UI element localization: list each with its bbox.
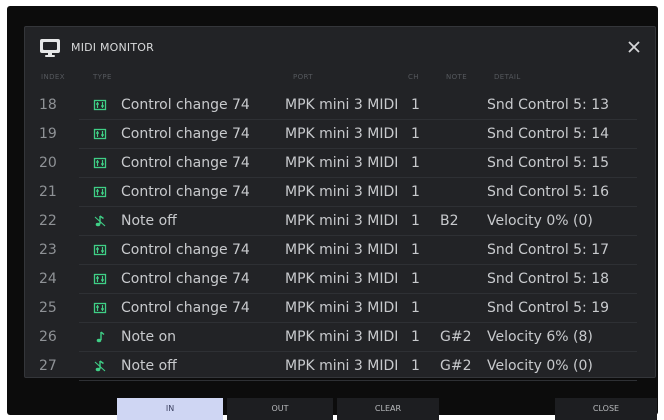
column-header-ch: CH: [408, 73, 419, 81]
table-row[interactable]: 27 Note off MPK mini 3 MIDI 1 G#2 Velocity 0%…: [25, 352, 655, 381]
midi-monitor-frame: MIDI MONITOR INDEX TYPE PORT CH NOTE DET…: [7, 6, 658, 420]
row-channel: 1: [411, 300, 420, 316]
row-detail: Snd Control 5: 13: [487, 97, 610, 113]
row-type: Note off: [121, 358, 177, 374]
row-detail: Snd Control 5: 14: [487, 126, 610, 142]
in-button[interactable]: IN: [117, 398, 223, 420]
row-channel: 1: [411, 97, 420, 113]
control-change-icon: [93, 185, 107, 199]
row-index: 18: [39, 97, 57, 113]
row-detail: Snd Control 5: 18: [487, 271, 610, 287]
table-row[interactable]: 22 Note off MPK mini 3 MIDI 1 B2 Velocity 0% …: [25, 207, 655, 236]
row-detail: Snd Control 5: 19: [487, 300, 610, 316]
control-change-icon: [93, 243, 107, 257]
row-port: MPK mini 3 MIDI: [285, 329, 399, 345]
clear-button[interactable]: CLEAR: [337, 398, 439, 420]
row-index: 24: [39, 271, 57, 287]
row-detail: Velocity 0% (0): [487, 213, 593, 229]
row-note: G#2: [440, 358, 472, 374]
column-header-index: INDEX: [41, 73, 65, 81]
control-change-icon: [93, 127, 107, 141]
bottom-toolbar: IN OUT CLEAR CLOSE: [7, 398, 658, 420]
window-title: MIDI MONITOR: [71, 41, 154, 54]
row-type: Note off: [121, 213, 177, 229]
close-icon[interactable]: [625, 38, 643, 56]
row-port: MPK mini 3 MIDI: [285, 184, 399, 200]
table-row[interactable]: 23 Control change 74 MPK mini 3 MIDI 1 Snd C…: [25, 236, 655, 265]
row-index: 21: [39, 184, 57, 200]
row-index: 19: [39, 126, 57, 142]
title-bar: MIDI MONITOR: [25, 27, 655, 69]
row-channel: 1: [411, 213, 420, 229]
row-index: 27: [39, 358, 57, 374]
row-detail: Snd Control 5: 15: [487, 155, 610, 171]
row-index: 26: [39, 329, 57, 345]
row-port: MPK mini 3 MIDI: [285, 242, 399, 258]
row-port: MPK mini 3 MIDI: [285, 300, 399, 316]
note-off-icon: [93, 214, 107, 228]
note-off-icon: [93, 359, 107, 373]
note-on-icon: [93, 330, 107, 344]
column-header-type: TYPE: [93, 73, 112, 81]
row-channel: 1: [411, 184, 420, 200]
row-port: MPK mini 3 MIDI: [285, 271, 399, 287]
control-change-icon: [93, 156, 107, 170]
row-detail: Velocity 0% (0): [487, 358, 593, 374]
table-row[interactable]: 25 Control change 74 MPK mini 3 MIDI 1 Snd C…: [25, 294, 655, 323]
row-type: Control change 74: [121, 126, 250, 142]
table-row[interactable]: 21 Control change 74 MPK mini 3 MIDI 1 Snd C…: [25, 178, 655, 207]
table-row[interactable]: 19 Control change 74 MPK mini 3 MIDI 1 Snd C…: [25, 120, 655, 149]
row-type: Control change 74: [121, 155, 250, 171]
close-button[interactable]: CLOSE: [555, 398, 657, 420]
row-port: MPK mini 3 MIDI: [285, 213, 399, 229]
row-channel: 1: [411, 329, 420, 345]
midi-monitor-window: MIDI MONITOR INDEX TYPE PORT CH NOTE DET…: [24, 26, 656, 381]
out-button[interactable]: OUT: [227, 398, 333, 420]
row-index: 25: [39, 300, 57, 316]
row-detail: Snd Control 5: 16: [487, 184, 610, 200]
row-index: 23: [39, 242, 57, 258]
row-type: Control change 74: [121, 271, 250, 287]
row-index: 20: [39, 155, 57, 171]
row-type: Control change 74: [121, 184, 250, 200]
control-change-icon: [93, 272, 107, 286]
table-row[interactable]: 24 Control change 74 MPK mini 3 MIDI 1 Snd C…: [25, 265, 655, 294]
monitor-icon: [40, 39, 60, 57]
row-channel: 1: [411, 126, 420, 142]
row-port: MPK mini 3 MIDI: [285, 358, 399, 374]
row-type: Control change 74: [121, 242, 250, 258]
row-type: Note on: [121, 329, 177, 345]
column-header-detail: DETAIL: [494, 73, 521, 81]
table-row[interactable]: 18 Control change 74 MPK mini 3 MIDI 1 Snd C…: [25, 91, 655, 120]
column-headers: INDEX TYPE PORT CH NOTE DETAIL: [25, 73, 655, 87]
row-channel: 1: [411, 242, 420, 258]
row-channel: 1: [411, 155, 420, 171]
table-row[interactable]: 26 Note on MPK mini 3 MIDI 1 G#2 Velocity 6% …: [25, 323, 655, 352]
row-channel: 1: [411, 358, 420, 374]
control-change-icon: [93, 301, 107, 315]
row-type: Control change 74: [121, 97, 250, 113]
row-divider: [79, 380, 637, 381]
column-header-note: NOTE: [446, 73, 468, 81]
control-change-icon: [93, 98, 107, 112]
column-header-port: PORT: [293, 73, 313, 81]
row-detail: Velocity 6% (8): [487, 329, 593, 345]
row-type: Control change 74: [121, 300, 250, 316]
row-port: MPK mini 3 MIDI: [285, 126, 399, 142]
row-detail: Snd Control 5: 17: [487, 242, 610, 258]
row-note: B2: [440, 213, 459, 229]
row-index: 22: [39, 213, 57, 229]
row-note: G#2: [440, 329, 472, 345]
row-port: MPK mini 3 MIDI: [285, 155, 399, 171]
row-channel: 1: [411, 271, 420, 287]
row-port: MPK mini 3 MIDI: [285, 97, 399, 113]
table-row[interactable]: 20 Control change 74 MPK mini 3 MIDI 1 Snd C…: [25, 149, 655, 178]
event-list[interactable]: 18 Control change 74 MPK mini 3 MIDI 1 Snd C…: [25, 91, 655, 381]
